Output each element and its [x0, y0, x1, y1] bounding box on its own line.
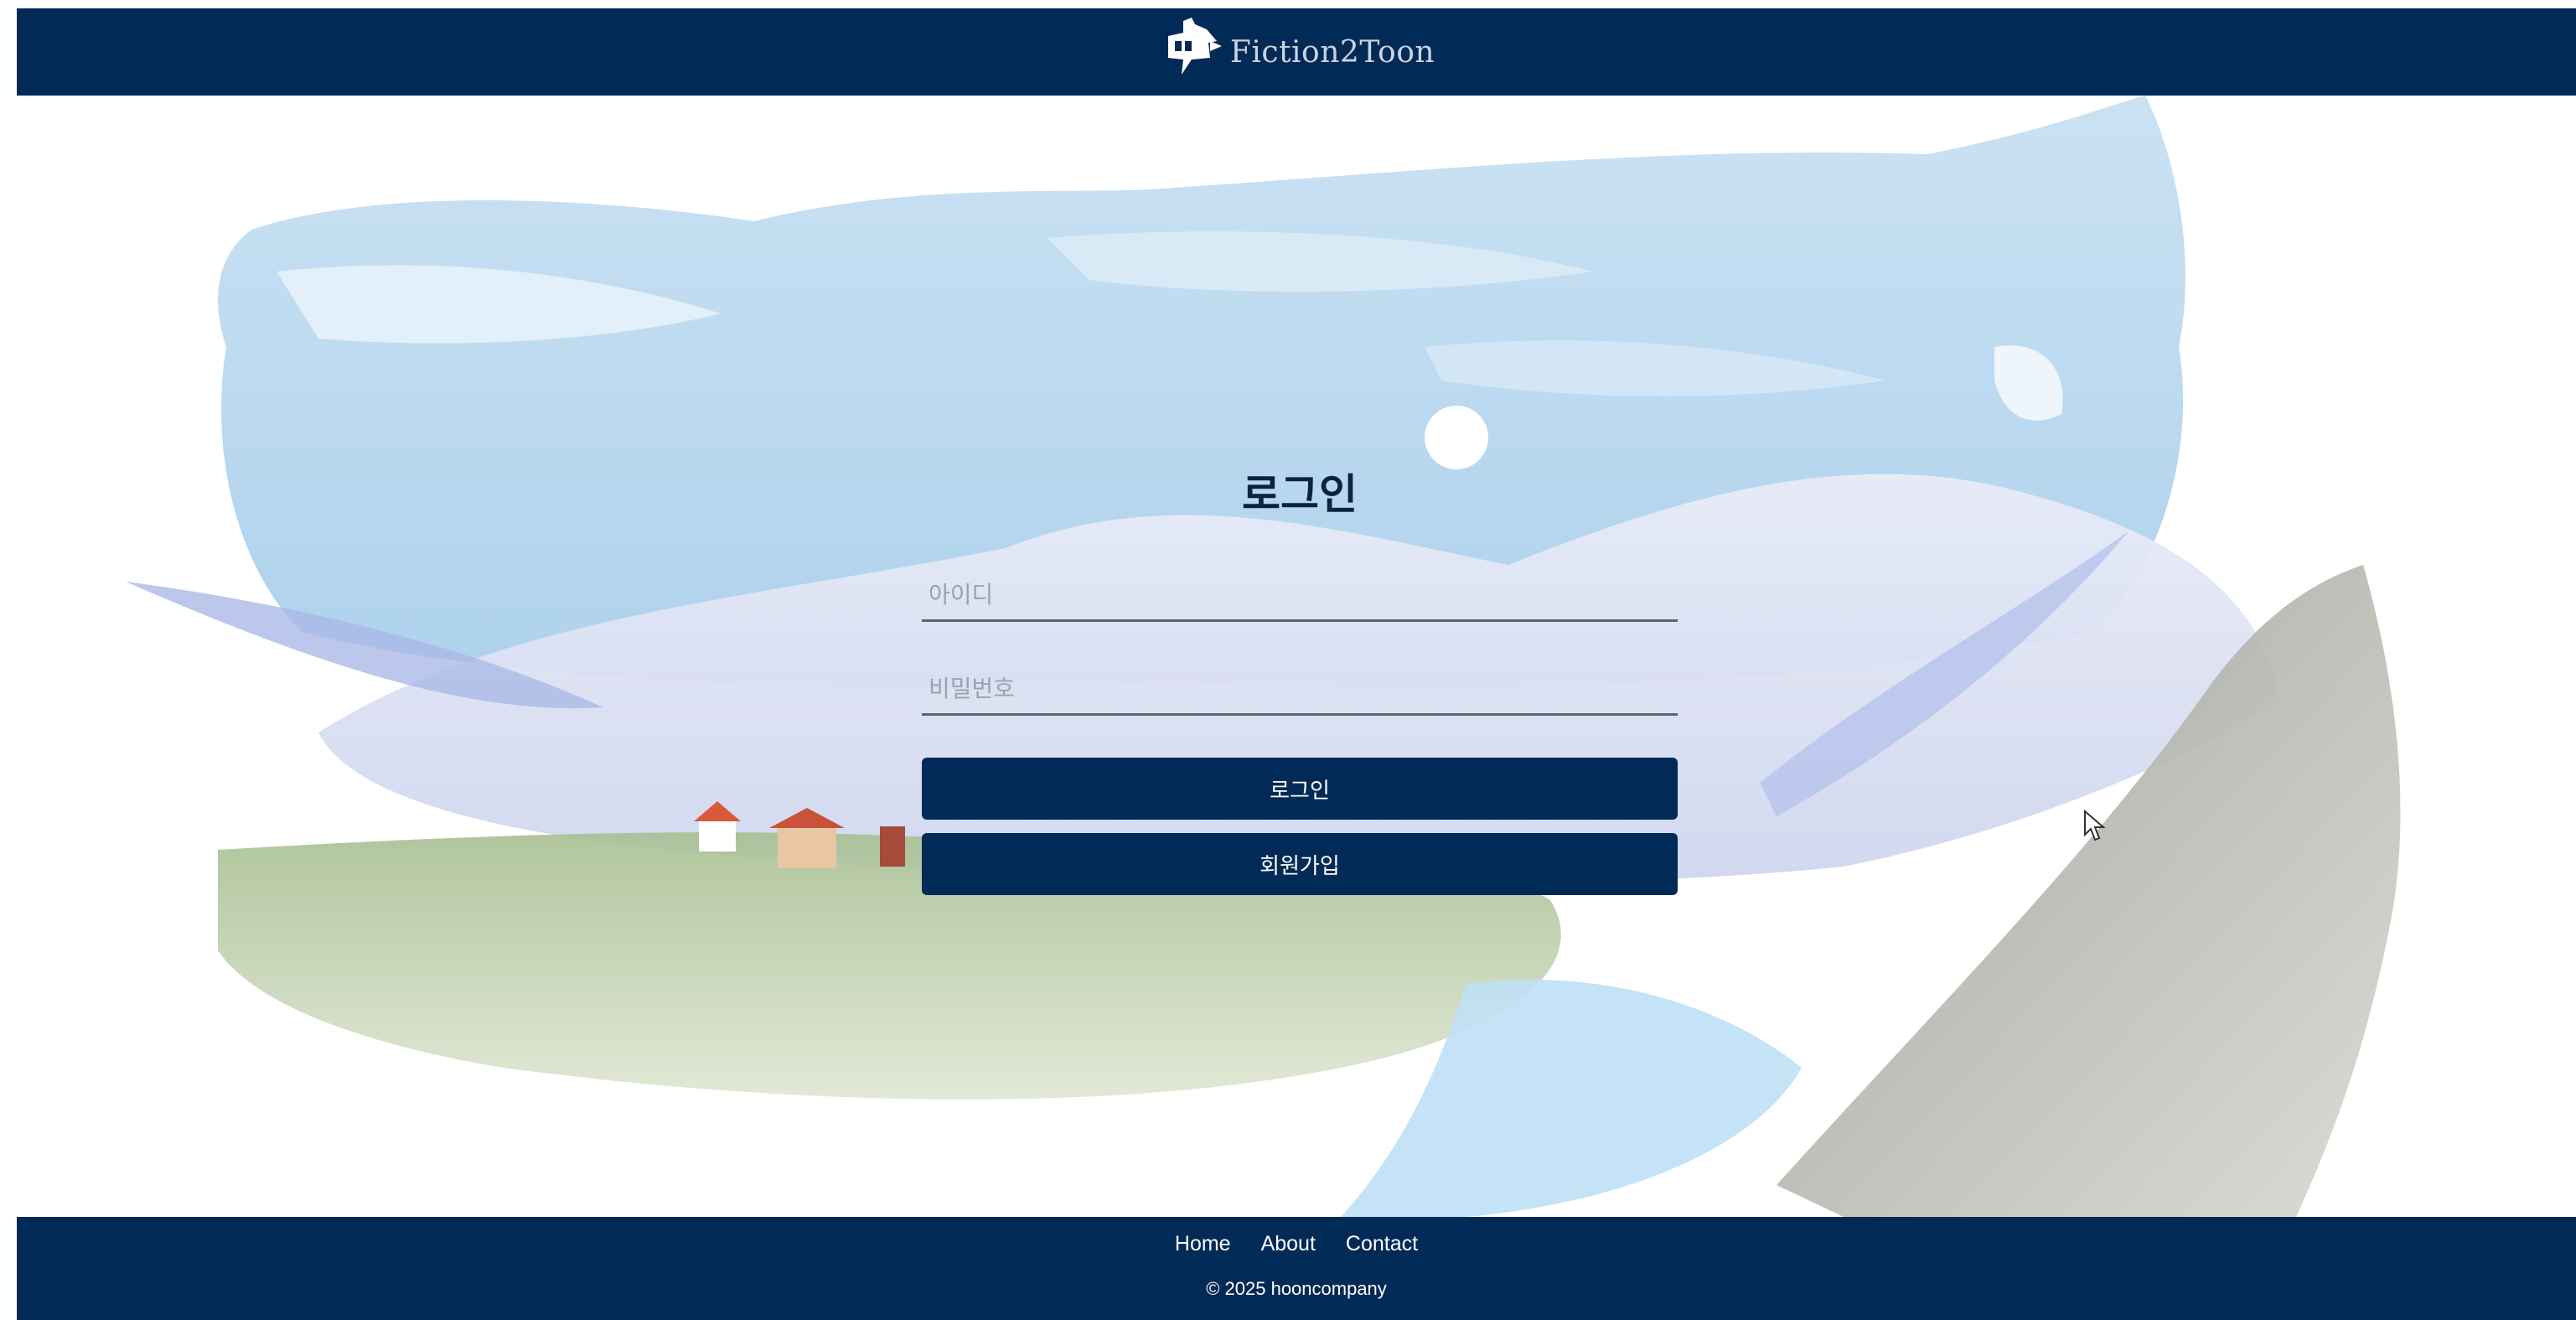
login-button[interactable]: 로그인: [922, 758, 1678, 820]
copyright-text: © 2025 hooncompany: [1206, 1278, 1387, 1299]
brand-name: Fiction2Toon: [1229, 34, 1435, 70]
login-form: 로그인 로그인 회원가입: [922, 461, 1678, 908]
id-input[interactable]: [922, 570, 1678, 619]
brand-logo[interactable]: Fiction2Toon: [1158, 16, 1435, 88]
mouse-pointer-icon: [2084, 810, 2105, 841]
password-input[interactable]: [922, 664, 1678, 713]
password-field-wrapper: [922, 664, 1678, 716]
signup-button[interactable]: 회원가입: [922, 833, 1678, 895]
footer-link-contact[interactable]: Contact: [1346, 1232, 1418, 1256]
id-field-wrapper: [922, 570, 1678, 622]
page-footer: Home About Contact © 2025 hooncompany: [17, 1217, 2576, 1320]
login-title: 로그인: [1242, 470, 1358, 519]
speech-bubble-robot-icon: [1167, 18, 1222, 75]
top-header: Fiction2Toon: [17, 8, 2576, 96]
footer-link-about[interactable]: About: [1261, 1232, 1316, 1256]
login-page: Fiction2Toon 로그인 아이디 로그인 회원가입 Home About…: [0, 0, 2576, 1320]
footer-nav: Home About Contact: [17, 1217, 2576, 1256]
footer-link-home[interactable]: Home: [1175, 1232, 1231, 1256]
